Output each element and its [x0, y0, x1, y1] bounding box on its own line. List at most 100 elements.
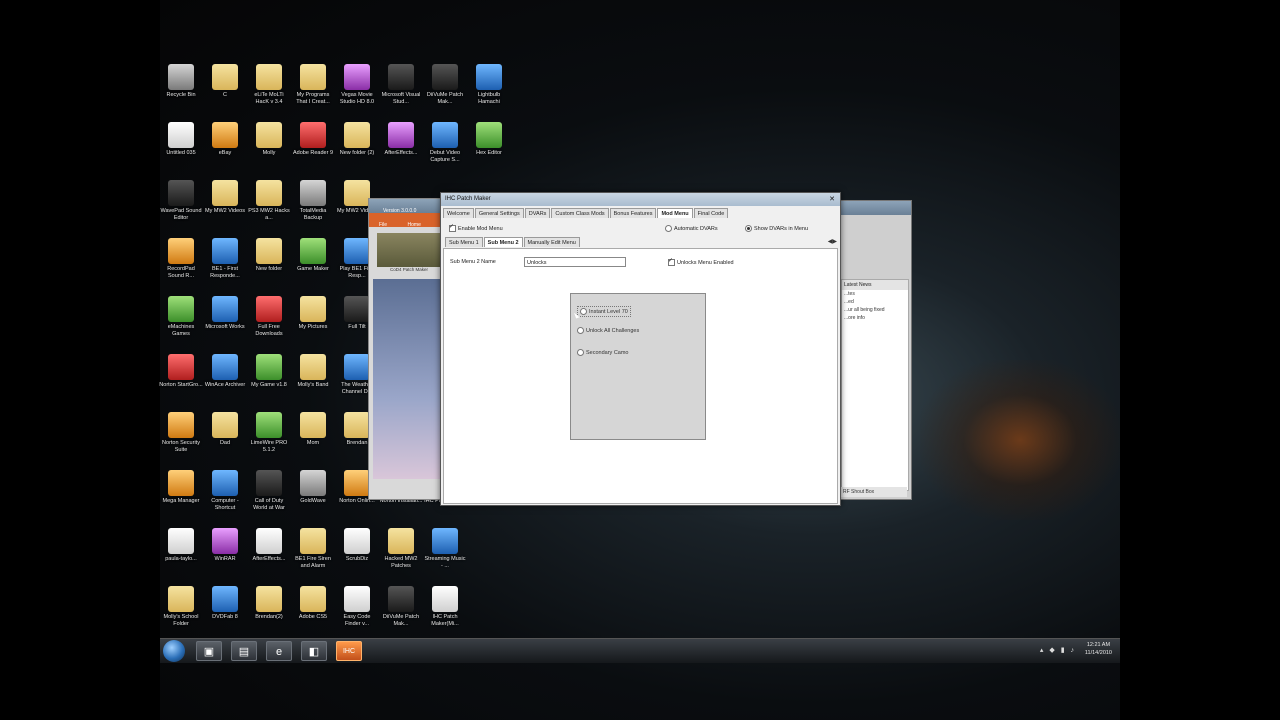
start-button[interactable]: [163, 640, 185, 662]
tab-sub-menu-1[interactable]: Sub Menu 1: [445, 237, 483, 247]
desktop-icon[interactable]: RecordPad Sound R...: [159, 238, 203, 280]
tab-sub-menu-2[interactable]: Sub Menu 2: [483, 237, 523, 247]
desktop-icon-label: Molly's Band: [297, 382, 329, 388]
desktop-icon[interactable]: New folder (2): [335, 122, 379, 157]
desktop-icon-label: GoldWave: [300, 498, 326, 504]
desktop-icon[interactable]: WavePad Sound Editor: [159, 180, 203, 222]
show-dvars-radio[interactable]: Show DVARs in Menu: [745, 225, 808, 232]
patch-maker-window[interactable]: IHC Patch Maker ✕ Welcome General Settin…: [440, 192, 841, 506]
desktop-icon[interactable]: eBay: [203, 122, 247, 157]
tray-clock[interactable]: 12:21 AM 11/14/2010: [1085, 641, 1112, 657]
folder-icon: [256, 64, 282, 90]
desktop-icon[interactable]: DiiVuMe Patch Mak...: [379, 586, 423, 628]
desktop-icon[interactable]: My Pictures: [291, 296, 335, 331]
tab-final-code[interactable]: Final Code: [693, 208, 729, 218]
desktop-icon[interactable]: Lightbulb Hamachi: [467, 64, 511, 106]
desktop-icon[interactable]: PS3 MW2 Hacks a...: [247, 180, 291, 222]
option-unlock-all-challenges[interactable]: Unlock All Challenges: [577, 327, 639, 334]
taskbar-explorer-icon[interactable]: ▤: [231, 641, 257, 661]
desktop-icon[interactable]: My Game v1.8: [247, 354, 291, 389]
option-secondary-camo[interactable]: Secondary Camo: [577, 349, 629, 356]
option-instant-level-70[interactable]: Instant Level 70: [577, 306, 631, 317]
desktop-icon[interactable]: WinAce Archiver: [203, 354, 247, 389]
desktop-icon[interactable]: Mega Manager: [159, 470, 203, 505]
background-window[interactable]: Version 3.0.0.0 File Home CoD4 Patch Mak…: [368, 198, 450, 500]
desktop-icon-label: Norton StartGro...: [159, 382, 203, 388]
unlocks-enabled-checkbox[interactable]: Unlocks Menu Enabled: [668, 257, 734, 266]
desktop-icon[interactable]: TotalMedia Backup: [291, 180, 335, 222]
desktop-icon[interactable]: Recycle Bin: [159, 64, 203, 99]
tab-bonus-features[interactable]: Bonus Features: [609, 208, 657, 218]
desktop-icon[interactable]: Adobe Reader 9: [291, 122, 335, 157]
automatic-dvars-radio[interactable]: Automatic DVARs: [665, 225, 718, 232]
desktop-icon[interactable]: Computer - Shortcut: [203, 470, 247, 512]
menu-home[interactable]: Home: [392, 222, 421, 228]
desktop-icon[interactable]: eLiTe MoLTi HacK v 3.4: [247, 64, 291, 106]
desktop-icon[interactable]: Molly's Band: [291, 354, 335, 389]
desktop-icon[interactable]: My MW2 Videos: [203, 180, 247, 215]
taskbar-ie-icon[interactable]: e: [266, 641, 292, 661]
tab-dvars[interactable]: DVARs: [524, 208, 551, 218]
thumbnail-image[interactable]: [377, 233, 441, 267]
taskbar-media-icon[interactable]: ▣: [196, 641, 222, 661]
mod-menu-options: Enable Mod Menu Automatic DVARs Show DVA…: [445, 223, 835, 235]
desktop-icon[interactable]: IHC Patch Maker(Mi...: [423, 586, 467, 628]
desktop-icon[interactable]: Streaming Music - ...: [423, 528, 467, 570]
menu-file[interactable]: File: [369, 222, 387, 228]
desktop-icon[interactable]: Brendan(2): [247, 586, 291, 621]
taskbar-ihc-button[interactable]: IHC: [336, 641, 362, 661]
desktop-icon[interactable]: AfterEffects...: [379, 122, 423, 157]
desktop-icon[interactable]: Untitled 035: [159, 122, 203, 157]
desktop-icon[interactable]: Hacked MW2 Patches: [379, 528, 423, 570]
tab-scroll-icon[interactable]: ◀▶: [828, 238, 837, 245]
desktop-icon[interactable]: DiiVuMe Patch Mak...: [423, 64, 467, 106]
background-window-titlebar[interactable]: Version 3.0.0.0: [369, 199, 449, 214]
desktop-icon[interactable]: Easy Code Finder v...: [335, 586, 379, 628]
desktop-icon[interactable]: WinRAR: [203, 528, 247, 563]
desktop-icon[interactable]: BE1 Fire Siren and Alarm: [291, 528, 335, 570]
desktop-icon[interactable]: Debut Video Capture S...: [423, 122, 467, 164]
desktop-icon[interactable]: paula-taylo...: [159, 528, 203, 563]
desktop-icon[interactable]: ScrubDiz: [335, 528, 379, 563]
desktop-icon[interactable]: Mom: [291, 412, 335, 447]
desktop-icon[interactable]: DVDFab 8: [203, 586, 247, 621]
enable-mod-menu-checkbox[interactable]: Enable Mod Menu: [449, 223, 503, 232]
desktop-icon[interactable]: Hex Editor: [467, 122, 511, 157]
tab-manually-edit-menu[interactable]: Manually Edit Menu: [523, 237, 580, 247]
tab-custom-class-mods[interactable]: Custom Class Mods: [551, 208, 609, 218]
debut-icon: [432, 122, 458, 148]
desktop-icon[interactable]: Full Free Downloads: [247, 296, 291, 338]
desktop-icon[interactable]: Norton StartGro...: [159, 354, 203, 389]
works-icon: [212, 296, 238, 322]
sub-menu-name-input[interactable]: Unlocks: [524, 257, 626, 267]
desktop-icon[interactable]: Vegas Movie Studio HD 8.0: [335, 64, 379, 106]
desktop-icon[interactable]: Dad: [203, 412, 247, 447]
shout-box-button[interactable]: RF Shout Box: [841, 487, 907, 497]
desktop-icon[interactable]: Adobe CS5: [291, 586, 335, 621]
desktop-icon[interactable]: Microsoft Visual Stud...: [379, 64, 423, 106]
desktop-icon[interactable]: New folder: [247, 238, 291, 273]
desktop-icon[interactable]: LimeWire PRO 5.1.2: [247, 412, 291, 454]
desktop-icon[interactable]: My Programs That I Creat...: [291, 64, 335, 106]
desktop-icon[interactable]: Call of Duty World at War: [247, 470, 291, 512]
desktop-icon[interactable]: Molly: [247, 122, 291, 157]
desktop-icon[interactable]: C: [203, 64, 247, 99]
desktop-icon[interactable]: Norton Security Suite: [159, 412, 203, 454]
taskbar-app-icon[interactable]: ◧: [301, 641, 327, 661]
tray-icons[interactable]: ▴ ◆ ▮ ♪: [1040, 646, 1076, 654]
tab-general-settings[interactable]: General Settings: [474, 208, 524, 218]
desktop-icon[interactable]: BE1 - First Responde...: [203, 238, 247, 280]
right-window-titlebar[interactable]: [839, 201, 911, 215]
desktop-icon[interactable]: Microsoft Works: [203, 296, 247, 331]
desktop-icon[interactable]: eMachines Games: [159, 296, 203, 338]
right-background-window[interactable]: Latest News ...tes ...ed ...ur all being…: [838, 200, 912, 500]
desktop-icon[interactable]: Molly's School Folder: [159, 586, 203, 628]
tab-mod-menu[interactable]: Mod Menu: [657, 208, 693, 218]
tab-welcome[interactable]: Welcome: [443, 208, 474, 218]
option-label: Instant Level 70: [589, 308, 628, 315]
window-titlebar[interactable]: IHC Patch Maker ✕: [441, 193, 840, 206]
desktop-icon[interactable]: GoldWave: [291, 470, 335, 505]
desktop-icon[interactable]: Game Maker: [291, 238, 335, 273]
desktop-icon[interactable]: AfterEffects...: [247, 528, 291, 563]
close-icon[interactable]: ✕: [829, 193, 835, 206]
